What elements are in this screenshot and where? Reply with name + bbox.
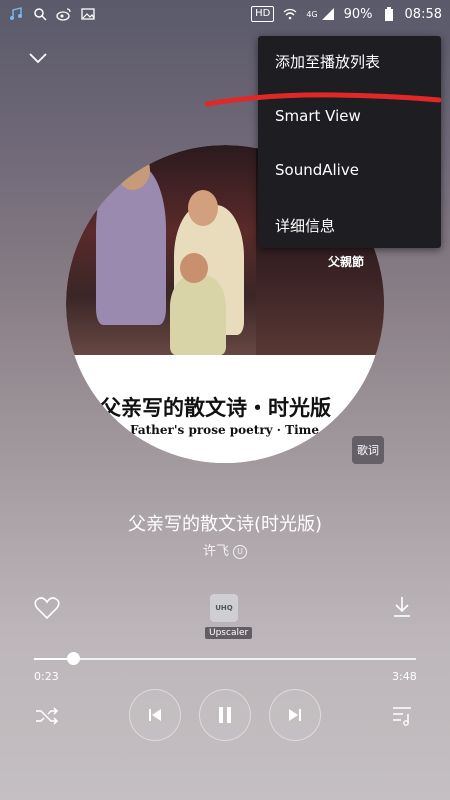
network-type: 4G bbox=[306, 9, 318, 19]
pause-icon bbox=[219, 707, 231, 723]
menu-item-add-to-playlist[interactable]: 添加至播放列表 bbox=[275, 51, 380, 72]
album-cover-title: 父亲写的散文诗・时光版 bbox=[100, 395, 331, 420]
favorite-button[interactable] bbox=[34, 596, 60, 624]
current-time: 0:23 bbox=[34, 670, 59, 683]
skip-previous-icon bbox=[149, 709, 161, 721]
battery-percent: 90% bbox=[343, 6, 373, 22]
download-icon bbox=[394, 597, 410, 617]
download-button[interactable] bbox=[392, 596, 412, 622]
shuffle-icon bbox=[36, 707, 59, 725]
heart-icon bbox=[34, 597, 60, 620]
artist-name[interactable]: 许飞 bbox=[203, 544, 229, 559]
signal-icon bbox=[320, 6, 336, 22]
collapse-button[interactable] bbox=[24, 44, 52, 72]
weibo-icon bbox=[56, 6, 72, 22]
status-bar: HD 4G 90% 08:58 bbox=[0, 0, 450, 28]
progress-bar[interactable] bbox=[34, 652, 416, 665]
gallery-icon bbox=[80, 6, 96, 22]
red-scribble-mark bbox=[205, 92, 442, 107]
lyrics-button[interactable]: 歌词 bbox=[352, 436, 384, 464]
previous-button[interactable] bbox=[129, 689, 181, 741]
skip-next-icon bbox=[289, 709, 301, 721]
overflow-menu: 添加至播放列表 Smart View SoundAlive 详细信息 bbox=[258, 36, 441, 248]
artist-u-badge: U bbox=[233, 544, 247, 559]
menu-item-details[interactable]: 详细信息 bbox=[275, 215, 335, 236]
shuffle-button[interactable] bbox=[34, 703, 60, 729]
progress-knob[interactable] bbox=[66, 652, 80, 665]
next-button[interactable] bbox=[269, 689, 321, 741]
total-time: 3:48 bbox=[392, 670, 417, 683]
search-icon bbox=[32, 6, 48, 22]
poster-text: 父親節 bbox=[328, 255, 365, 269]
upscaler-label: Upscaler bbox=[205, 627, 253, 639]
playlist-icon bbox=[393, 707, 411, 726]
upscaler-icon: UHQ bbox=[215, 604, 233, 612]
clock: 08:58 bbox=[404, 6, 442, 22]
battery-icon bbox=[381, 6, 397, 22]
artist-row[interactable]: 许飞 U bbox=[0, 540, 450, 559]
menu-item-soundalive[interactable]: SoundAlive bbox=[275, 161, 359, 179]
chevron-down-icon bbox=[29, 53, 47, 64]
music-note-icon bbox=[8, 6, 24, 22]
wifi-icon bbox=[282, 6, 298, 22]
playlist-button[interactable] bbox=[390, 703, 416, 729]
album-cover-subtitle: Father's prose poetry · Time bbox=[130, 423, 319, 437]
upscaler-button[interactable]: UHQ bbox=[210, 594, 238, 622]
song-title: 父亲写的散文诗(时光版) bbox=[127, 514, 323, 535]
pause-button[interactable] bbox=[199, 689, 251, 741]
hd-badge: HD bbox=[251, 6, 275, 22]
